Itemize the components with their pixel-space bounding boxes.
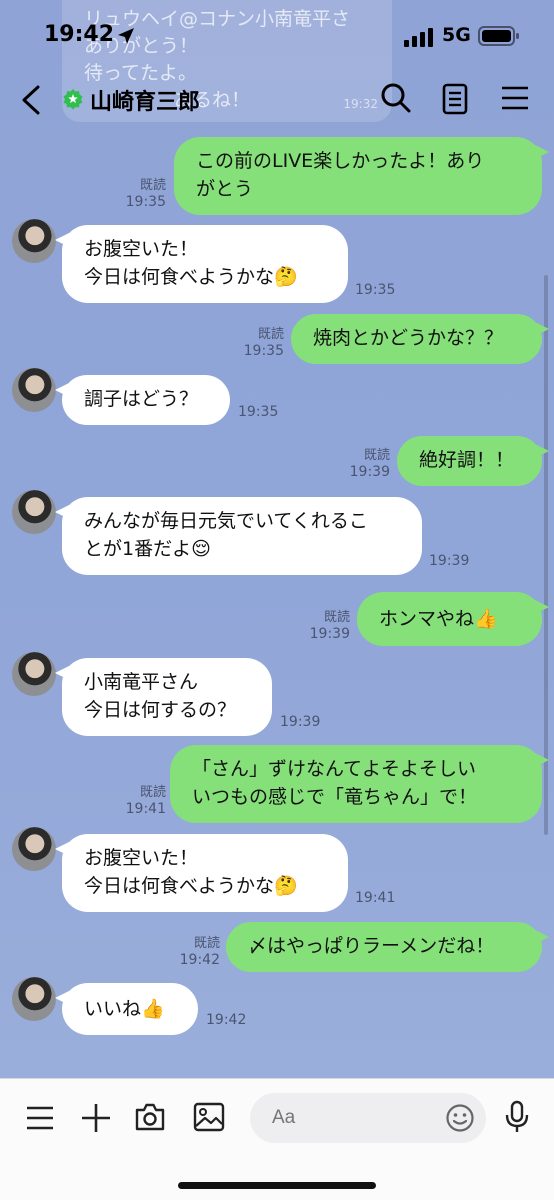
message-time: 19:39 <box>349 464 390 480</box>
outgoing-message[interactable]: この前のLIVE楽しかったよ！あり がとう <box>174 137 549 215</box>
avatar[interactable] <box>12 219 56 263</box>
message-meta: 既読 19:35 <box>236 326 284 360</box>
message-time: 19:42 <box>206 1012 247 1028</box>
message-line: お腹空いた！ <box>84 238 199 260</box>
camera-icon[interactable] <box>134 1102 166 1132</box>
search-icon[interactable] <box>380 82 412 114</box>
outgoing-message[interactable]: 焼肉とかどうかな？？ <box>291 314 549 364</box>
read-receipt: 既読 <box>257 327 284 342</box>
message-line: 小南竜平さん <box>84 671 199 693</box>
message-line: 調子はどう？ <box>84 388 199 410</box>
message-time: 19:39 <box>309 626 350 642</box>
battery-icon <box>478 26 519 46</box>
location-arrow-icon <box>118 28 134 44</box>
avatar[interactable] <box>12 368 56 412</box>
message-time: 19:35 <box>355 282 396 298</box>
message-meta: 既読 19:39 <box>342 447 390 481</box>
back-icon[interactable] <box>18 84 44 116</box>
message-line: みんなが毎日元気でいてくれるこ <box>84 510 368 532</box>
outgoing-message[interactable]: 「さん」ずけなんてよそよそしい いつもの感じで「竜ちゃん」で！ <box>170 745 549 823</box>
status-bar: 19:42 5G <box>0 0 554 70</box>
message-line: 〆はやっぱりラーメンだね！ <box>248 935 495 957</box>
avatar[interactable] <box>12 652 56 696</box>
message-time: 19:39 <box>280 714 321 730</box>
message-meta: 既読 19:42 <box>172 935 220 969</box>
read-receipt: 既読 <box>323 610 350 625</box>
message-time: 19:35 <box>238 404 279 420</box>
emoji-icon[interactable] <box>445 1103 475 1133</box>
message-line: 今日は何食べようかな🤔 <box>84 875 298 897</box>
message-time: 19:41 <box>125 801 166 817</box>
message-meta: 既読 19:39 <box>302 609 350 643</box>
message-line: とが1番だよ😌 <box>84 538 211 560</box>
read-receipt: 既読 <box>139 785 166 800</box>
message-line: 今日は何食べようかな🤔 <box>84 266 298 288</box>
incoming-message[interactable]: みんなが毎日元気でいてくれるこ とが1番だよ😌 <box>55 497 422 575</box>
incoming-message[interactable]: 小南竜平さん 今日は何するの？ <box>55 658 272 736</box>
home-indicator[interactable] <box>178 1182 376 1189</box>
avatar[interactable] <box>12 977 56 1021</box>
status-time: 19:42 <box>44 22 115 47</box>
outgoing-message[interactable]: ホンマやね👍 <box>357 592 549 646</box>
verified-star-icon <box>63 89 83 110</box>
scrollbar[interactable] <box>544 275 548 835</box>
message-time: 19:35 <box>125 194 166 210</box>
incoming-message[interactable]: お腹空いた！ 今日は何食べようかな🤔 <box>55 834 348 912</box>
avatar[interactable] <box>12 827 56 871</box>
contact-name[interactable]: 山崎育三郎 <box>90 84 200 116</box>
message-line: いいね👍 <box>84 998 165 1020</box>
chat-header: 山崎育三郎 <box>0 70 554 130</box>
outgoing-message[interactable]: 絶好調！！ <box>397 436 549 486</box>
message-meta: 既読 19:41 <box>118 784 166 818</box>
incoming-message[interactable]: いいね👍 <box>55 983 198 1035</box>
microphone-icon[interactable] <box>504 1100 530 1134</box>
message-line: 今日は何するの？ <box>84 699 237 721</box>
message-time: 19:42 <box>179 952 220 968</box>
message-time: 19:35 <box>243 343 284 359</box>
signal-icon <box>404 28 433 47</box>
network-label: 5G <box>442 24 471 46</box>
read-receipt: 既読 <box>363 448 390 463</box>
read-receipt: 既読 <box>139 178 166 193</box>
message-line: ホンマやね👍 <box>379 608 498 630</box>
menu-icon[interactable] <box>500 84 530 112</box>
outgoing-message[interactable]: 〆はやっぱりラーメンだね！ <box>226 922 549 972</box>
incoming-message[interactable]: お腹空いた！ 今日は何食べようかな🤔 <box>55 225 348 303</box>
message-meta: 既読 19:35 <box>118 177 166 211</box>
message-line: がとう <box>196 178 254 200</box>
message-line: 「さん」ずけなんてよそよそしい <box>192 758 477 780</box>
message-line: 焼肉とかどうかな？？ <box>313 327 504 349</box>
read-receipt: 既読 <box>193 936 220 951</box>
incoming-message[interactable]: 調子はどう？ <box>55 375 230 425</box>
message-line: お腹空いた！ <box>84 847 199 869</box>
message-time: 19:41 <box>355 890 396 906</box>
message-line: いつもの感じで「竜ちゃん」で！ <box>192 786 478 808</box>
hamburger-icon[interactable] <box>26 1105 54 1131</box>
message-line: この前のLIVE楽しかったよ！あり <box>196 150 485 172</box>
plus-icon[interactable] <box>80 1102 112 1134</box>
image-icon[interactable] <box>193 1102 225 1132</box>
avatar[interactable] <box>12 490 56 534</box>
message-line: 絶好調！！ <box>419 449 515 471</box>
message-time: 19:39 <box>429 553 470 569</box>
notes-icon[interactable] <box>440 83 470 115</box>
